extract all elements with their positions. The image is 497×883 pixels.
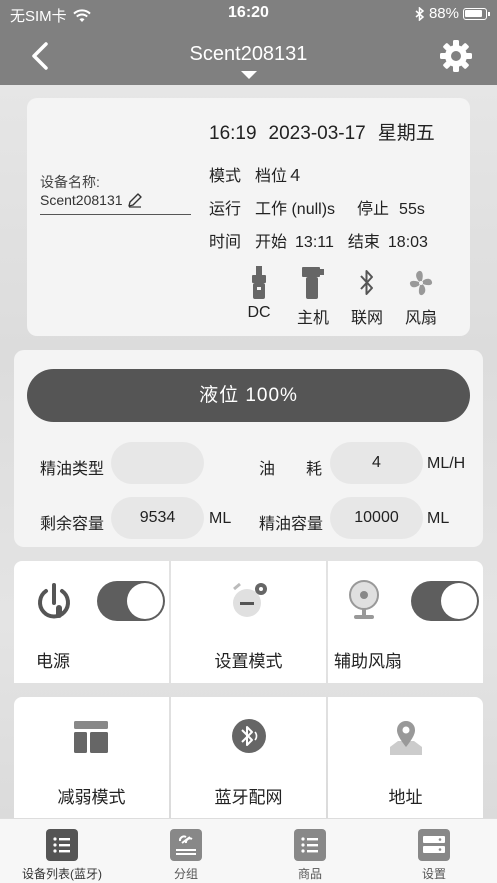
indicator-host-label: 主机 [296,310,329,327]
start-value: 13:11 [295,234,334,251]
desk-fan-icon [349,580,379,619]
set-mode-label: 设置模式 [214,652,283,671]
tab-goods[interactable]: 商品 [248,819,372,883]
consumption-unit: ML/H [427,455,466,472]
device-date: 2023-03-17 [268,123,366,144]
tab-settings-label: 设置 [421,867,446,881]
mode-value: 档位４ [255,168,304,185]
bluetooth-status-icon [415,6,425,21]
bt-network-label: 蓝牙配网 [214,788,283,807]
dc-plug-icon [252,266,266,299]
bluetooth-icon [360,270,373,295]
oil-level-card: 液位 100% 精油类型 油 耗 4 ML/H 剩余容量 9534 ML 精油容… [14,350,483,547]
link-icon [170,829,202,861]
indicator-fan: 风扇 [394,266,448,328]
tab-device-list[interactable]: 设备列表(蓝牙) [0,819,124,883]
bt-network-tile[interactable]: 蓝牙配网 [171,697,326,818]
power-tile: 电源 [14,561,169,683]
tab-group[interactable]: 分组 [124,819,248,883]
time-label: 时间 [209,234,242,251]
set-mode-tile[interactable]: 设置模式 [171,561,326,683]
remaining-unit: ML [209,510,232,527]
tab-group-label: 分组 [173,867,198,881]
run-row: 运行 工作 (null)s 停止 55s [209,195,439,219]
server-icon [418,829,450,861]
fan-icon [409,270,433,296]
mode-label: 模式 [209,168,242,185]
device-weekday: 星期五 [377,123,435,144]
consumption-label-2: 耗 [306,461,323,478]
tab-device-list-label: 设备列表(蓝牙) [22,867,102,881]
capacity-label: 精油容量 [259,516,324,533]
indicator-fan-label: 风扇 [404,310,437,327]
start-label: 开始 [255,234,288,251]
time-row: 时间 开始 13:11 结束 18:03 [209,228,428,252]
stop-text: 停止 [357,201,390,218]
oil-type-field[interactable] [111,442,204,484]
indicator-host: 主机 [286,266,340,328]
run-label: 运行 [209,201,242,218]
battery-percent: 88% [428,5,459,22]
indicator-network-label: 联网 [350,310,383,327]
tab-goods-label: 商品 [297,867,322,881]
indicator-dc-label: DC [247,304,271,321]
nav-bar: Scent208131 [0,28,497,85]
aux-fan-toggle-knob [441,583,477,619]
power-toggle-knob [127,583,163,619]
goods-list-icon [294,829,326,861]
aux-fan-tile: 辅助风扇 [328,561,483,683]
layout-icon [74,721,108,753]
stop-value: 55s [399,201,425,218]
bluetooth-circle-icon [232,719,266,753]
indicator-dc: DC [232,266,286,328]
indicator-network: 联网 [340,266,394,328]
map-pin-icon [390,721,422,755]
list-icon [46,829,78,861]
consumption-field[interactable]: 4 [330,442,423,484]
device-time: 16:19 [209,123,257,144]
battery-icon [463,7,490,20]
device-name-value: Scent208131 [40,192,123,208]
device-datetime: 16:19 2023-03-17 星期五 [209,118,447,145]
address-label: 地址 [388,788,423,807]
remaining-label: 剩余容量 [40,516,105,533]
oil-level-bar: 液位 100% [27,369,470,422]
status-bar: 无SIM卡 16:20 88% [0,0,497,28]
page-title: Scent208131 [189,43,308,65]
host-icon [302,267,324,299]
status-indicators: DC 主机 联网 风扇 [232,266,448,328]
device-info-card: 设备名称: Scent208131 16:19 2023-03-17 星期五 模式档… [27,98,470,336]
tab-settings[interactable]: 设置 [372,819,496,883]
tab-bar: 设备列表(蓝牙) 分组 商品 设置 [0,818,497,883]
end-label: 结束 [347,234,380,251]
alarm-clock-icon [233,582,267,617]
weaken-mode-tile[interactable]: 减弱模式 [14,697,169,818]
aux-fan-label: 辅助风扇 [334,652,402,671]
address-tile[interactable]: 地址 [328,697,483,818]
consumption-label-1: 油 [259,461,276,478]
gear-icon[interactable] [439,39,473,73]
work-text: 工作 (null)s [255,201,336,218]
capacity-field[interactable]: 10000 [330,497,423,539]
device-name-label: 设备名称: [40,174,100,190]
power-label: 电源 [36,652,70,671]
power-icon [38,583,70,619]
device-name-field[interactable]: Scent208131 [40,192,191,215]
weaken-mode-label: 减弱模式 [57,788,126,807]
remaining-field[interactable]: 9534 [111,497,204,539]
mode-row: 模式 档位４ [209,162,317,186]
capacity-unit: ML [427,510,450,527]
edit-pencil-icon[interactable] [127,192,143,208]
oil-type-label: 精油类型 [40,461,105,478]
end-value: 18:03 [387,234,428,251]
aux-fan-toggle[interactable] [411,581,479,621]
power-toggle[interactable] [97,581,165,621]
device-switch-caret-icon[interactable] [241,71,257,79]
